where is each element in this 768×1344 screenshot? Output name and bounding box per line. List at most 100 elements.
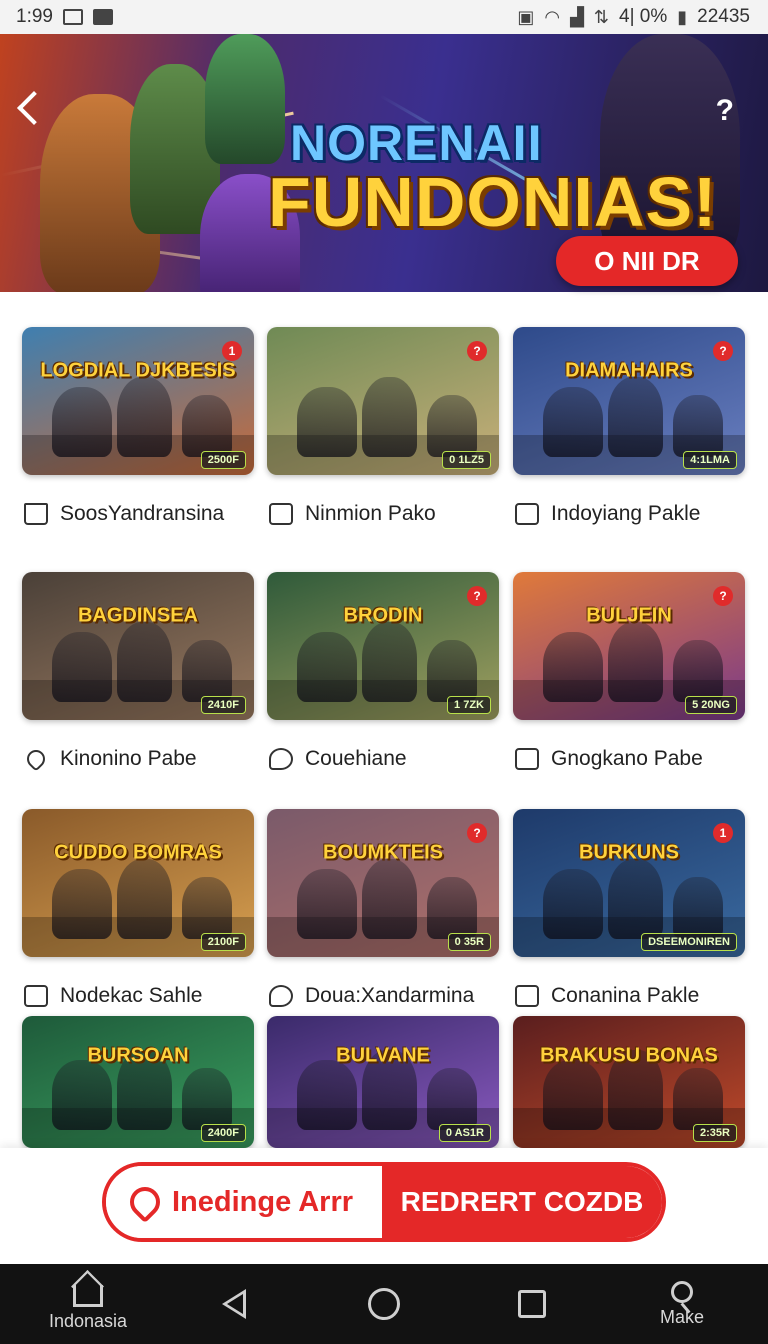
game-card[interactable]: BRODIN? 1 7ZK Couehiane (267, 572, 499, 774)
favorite-label: Inedinge Arrr (172, 1185, 354, 1218)
nav-profile-button[interactable]: Make (640, 1264, 724, 1344)
app-screen: 1:99 ▣ ◠ ▟ ⇅ 4| 0% ▮ 22435 ? NORENAII FU… (0, 0, 768, 1344)
edit-icon (515, 985, 539, 1007)
character-figure (427, 395, 477, 457)
game-caption[interactable]: Kinonino Pabe (22, 744, 254, 774)
game-thumbnail[interactable]: BURKUNS 1 DSEEMONIREN (513, 809, 745, 957)
battery-icon: ▮ (677, 6, 688, 27)
bag-icon (269, 503, 293, 525)
favorite-button[interactable]: Inedinge Arrr (106, 1166, 382, 1238)
price-tag: 0 35R (447, 933, 491, 951)
game-thumbnail[interactable]: ? 0 1LZ5 (267, 327, 499, 475)
hero-cta-button[interactable]: O NII DR (556, 236, 738, 286)
game-card[interactable]: BULJEIN? 5 20NG Gnogkano Pabe (513, 572, 745, 774)
nav-home-circle-button[interactable] (356, 1264, 412, 1344)
game-card[interactable]: BURKUNS 1 DSEEMONIREN Conanina Pakle (513, 809, 745, 1011)
chat-icon (269, 985, 293, 1007)
character-figure (608, 377, 663, 457)
game-name: SoosYandransina (60, 502, 225, 525)
image-notification-icon (62, 9, 83, 25)
game-name: Conanina Pakle (551, 984, 700, 1007)
game-thumbnail[interactable]: BRAKUSU BONAS 2:35R (513, 1016, 745, 1148)
character-figure (608, 859, 663, 939)
game-caption[interactable]: Gnogkano Pabe (513, 744, 745, 774)
game-thumbnail[interactable]: BOUMKTEIS? 0 35R (267, 809, 499, 957)
back-icon[interactable] (17, 91, 51, 125)
character-figure (117, 859, 172, 939)
character-figure (362, 377, 417, 457)
home-icon (73, 1284, 103, 1307)
price-tag: 0 AS1R (438, 1124, 491, 1142)
character-figure (297, 1060, 357, 1130)
game-caption[interactable]: Conanina Pakle (513, 981, 745, 1011)
game-thumbnail[interactable]: BULVANE 0 AS1R (267, 1016, 499, 1148)
game-thumbnail[interactable]: CUDDO BOMRAS 2100F (22, 809, 254, 957)
game-caption[interactable]: Nodekac Sahle (22, 981, 254, 1011)
notification-badge: ? (713, 341, 733, 361)
game-card[interactable]: LOGDIAL DJKBESIS 1 2500F SoosYandransina (22, 327, 254, 529)
game-card[interactable]: BURSOAN 2400F (22, 1016, 254, 1148)
price-tag: 0 1LZ5 (442, 451, 491, 469)
character-figure (52, 1060, 112, 1130)
game-name: Kinonino Pabe (60, 747, 197, 770)
price-tag: 2500F (200, 451, 246, 469)
character-figure (543, 869, 603, 939)
status-left: 1:99 (16, 6, 113, 28)
nav-home-button[interactable]: Indonasia (40, 1264, 136, 1344)
game-caption[interactable]: SoosYandransina (22, 499, 254, 529)
game-logo-text: BULVANE (336, 1044, 430, 1067)
game-thumbnail[interactable]: BAGDINSEA 2410F (22, 572, 254, 720)
cta-pill: Inedinge Arrr REDRERT COZDB (102, 1162, 666, 1242)
character-figure (52, 869, 112, 939)
game-name: Indoyiang Pakle (551, 502, 701, 525)
game-logo-text: BAGDINSEA (77, 604, 199, 627)
character-figure (362, 859, 417, 939)
system-navbar: Indonasia Make (0, 1264, 768, 1344)
game-card[interactable]: BAGDINSEA 2410F Kinonino Pabe (22, 572, 254, 774)
nav-back-button[interactable] (206, 1264, 262, 1344)
bag-icon (515, 503, 539, 525)
nav-home-label: Indonasia (48, 1310, 128, 1331)
game-thumbnail[interactable]: BURSOAN 2400F (22, 1016, 254, 1148)
game-caption[interactable]: Ninmion Pako (267, 499, 499, 529)
character-figure (543, 1060, 603, 1130)
character-figure (427, 640, 477, 702)
game-name: Couehiane (305, 747, 407, 770)
hero-character (205, 34, 285, 164)
game-thumbnail[interactable]: LOGDIAL DJKBESIS 1 2500F (22, 327, 254, 475)
game-card[interactable]: ? 0 1LZ5 Ninmion Pako (267, 327, 499, 529)
game-card[interactable]: BULVANE 0 AS1R (267, 1016, 499, 1148)
game-card[interactable]: CUDDO BOMRAS 2100F Nodekac Sahle (22, 809, 254, 1011)
game-caption[interactable]: Couehiane (267, 744, 499, 774)
character-figure (182, 877, 232, 939)
character-figure (362, 622, 417, 702)
game-logo-text: BURSOAN (87, 1044, 189, 1067)
game-thumbnail[interactable]: DIAMAHAIRS? 4:1LMA (513, 327, 745, 475)
game-card[interactable]: DIAMAHAIRS? 4:1LMA Indoyiang Pakle (513, 327, 745, 529)
home-circle-icon (368, 1288, 400, 1320)
notification-badge: ? (467, 823, 487, 843)
notification-badge: ? (713, 586, 733, 606)
hero-title-line2: FUNDONIAS! (268, 163, 718, 241)
share-icon[interactable]: ? (716, 94, 734, 128)
game-caption[interactable]: Doua:Xandarmina (267, 981, 499, 1011)
game-card[interactable]: BRAKUSU BONAS 2:35R (513, 1016, 745, 1148)
nav-recents-button[interactable] (504, 1264, 560, 1344)
redeem-button[interactable]: REDRERT COZDB (382, 1166, 662, 1238)
character-figure (297, 387, 357, 457)
game-thumbnail[interactable]: BRODIN? 1 7ZK (267, 572, 499, 720)
house-icon (24, 503, 48, 525)
character-figure (117, 377, 172, 457)
character-figure (182, 395, 232, 457)
game-thumbnail[interactable]: BULJEIN? 5 20NG (513, 572, 745, 720)
game-caption[interactable]: Indoyiang Pakle (513, 499, 745, 529)
game-card[interactable]: BOUMKTEIS? 0 35R Doua:Xandarmina (267, 809, 499, 1011)
edit-icon (515, 748, 539, 770)
character-figure (543, 387, 603, 457)
character-figure (297, 632, 357, 702)
character-figure (52, 632, 112, 702)
status-bar: 1:99 ▣ ◠ ▟ ⇅ 4| 0% ▮ 22435 (0, 0, 768, 34)
price-tag: 2100F (200, 933, 246, 951)
game-logo-text: BULJEIN (586, 604, 672, 627)
bottom-cta-bar: Inedinge Arrr REDRERT COZDB (0, 1148, 768, 1264)
